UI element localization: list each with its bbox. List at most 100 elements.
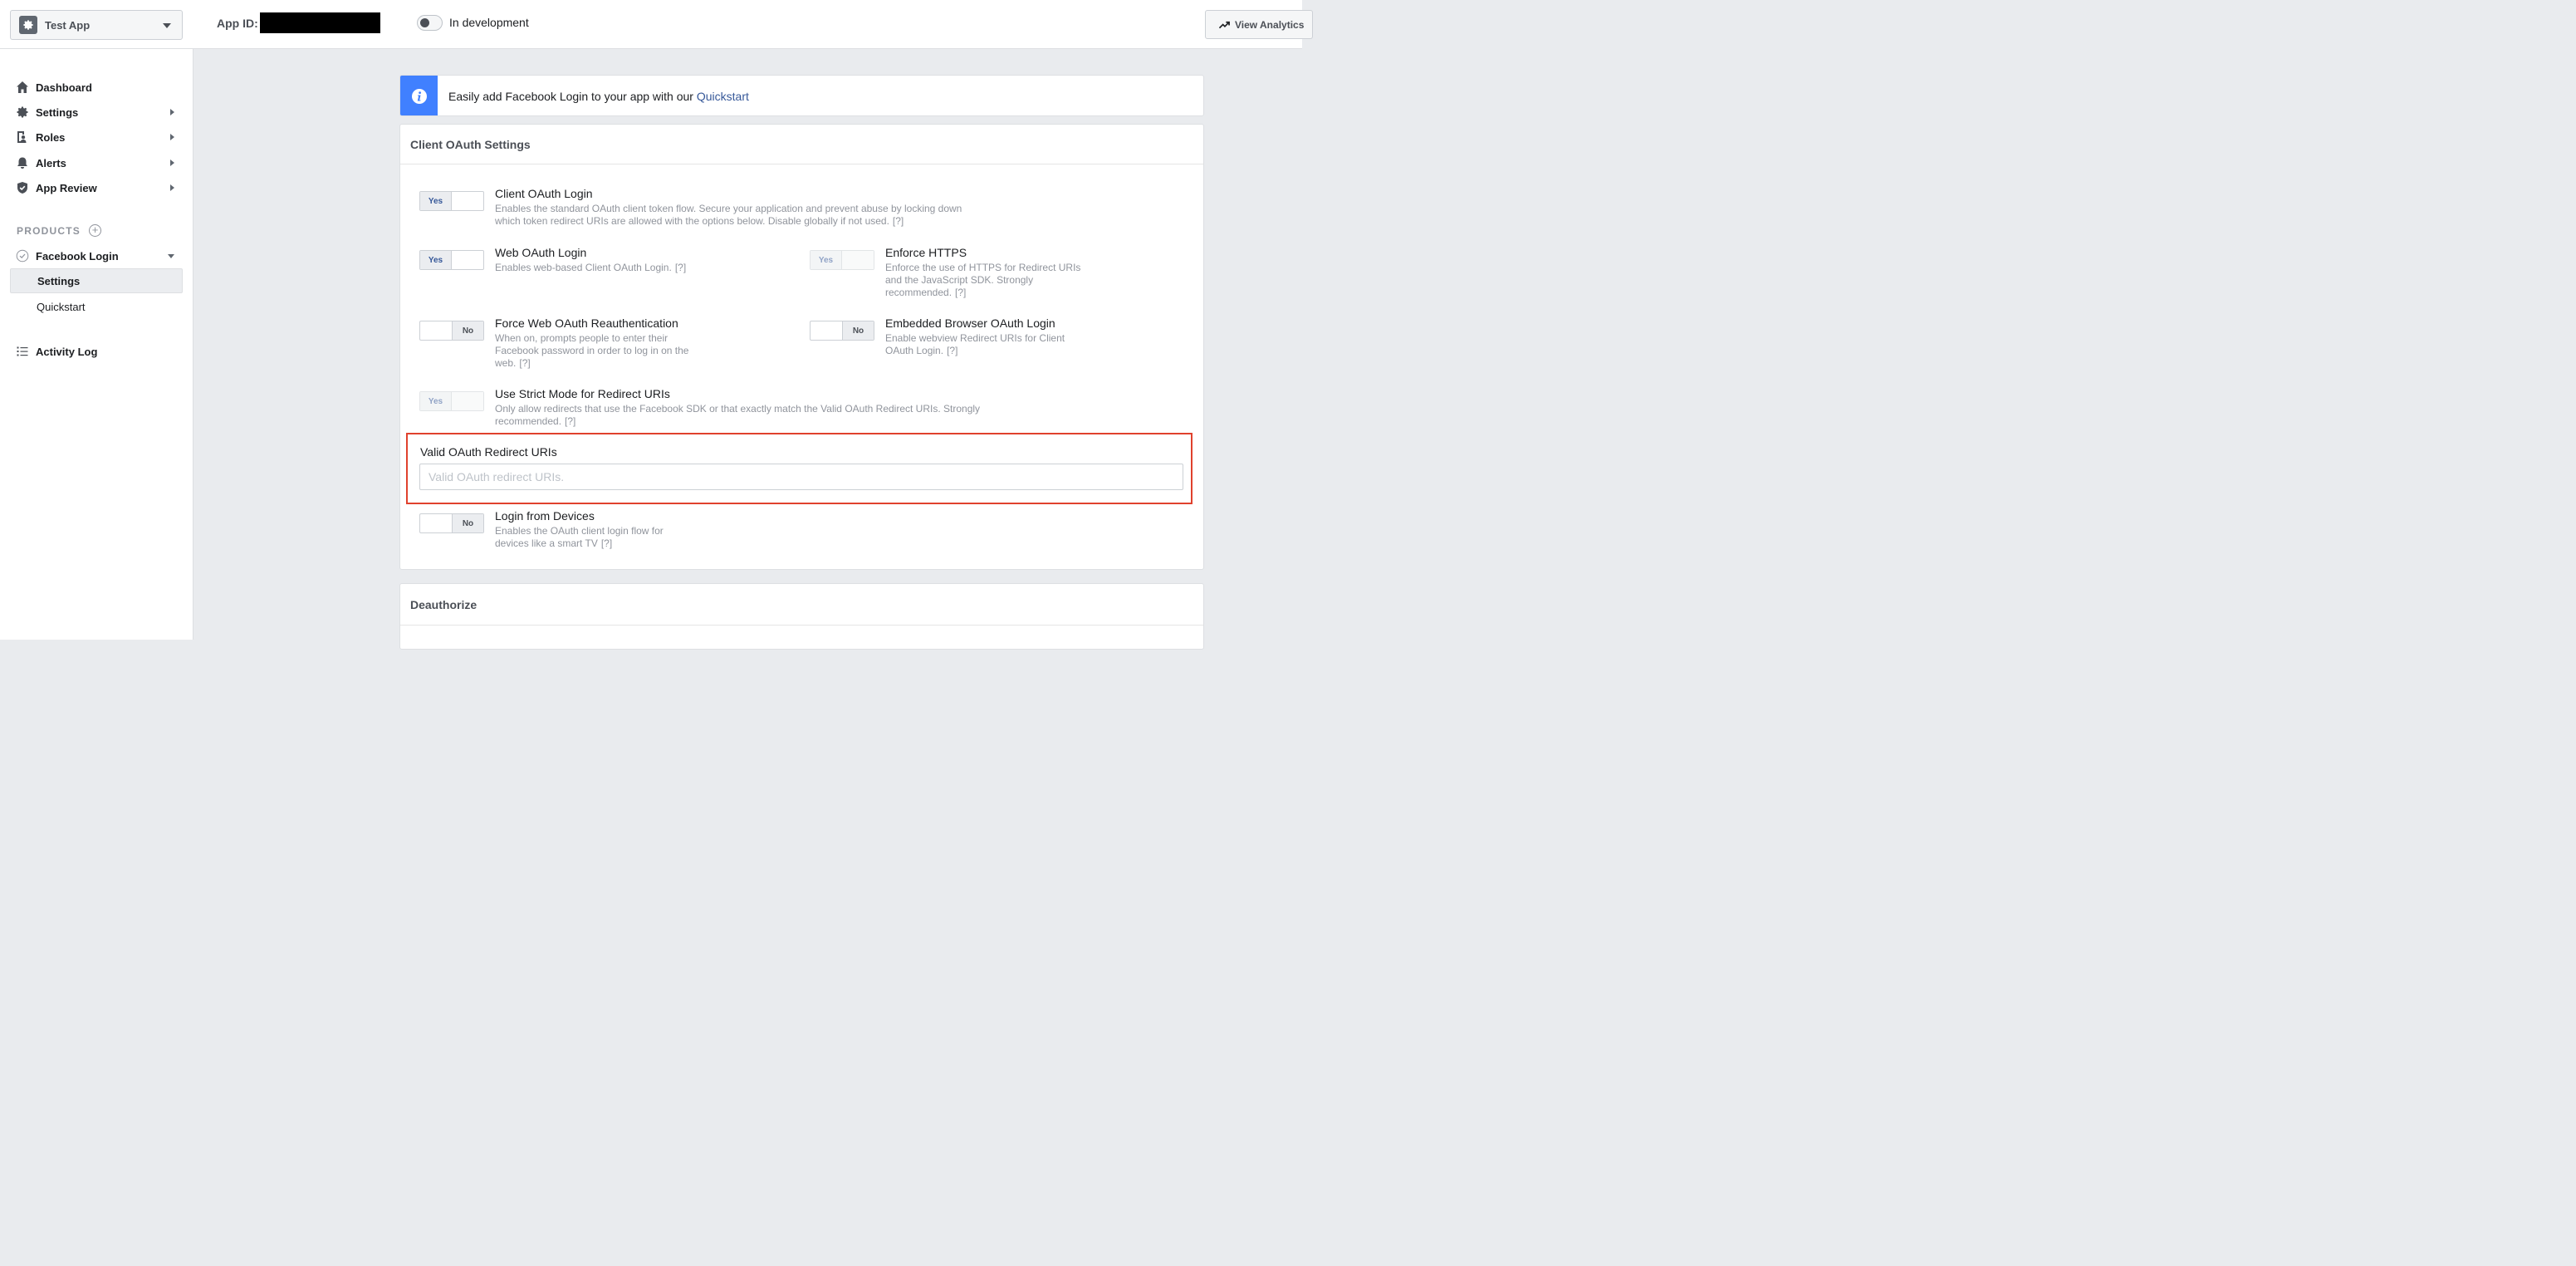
help-link[interactable]: [?] (601, 537, 612, 549)
chevron-right-icon (170, 109, 174, 115)
option-desc-text: Enable webview Redirect URIs for Client … (885, 332, 1065, 356)
gear-icon (17, 106, 28, 118)
info-icon (400, 76, 438, 115)
sidebar-item-dashboard[interactable]: Dashboard (16, 79, 92, 96)
chevron-right-icon (170, 159, 174, 166)
sidebar-subitem-label: Quickstart (37, 300, 86, 313)
add-product-icon[interactable]: + (89, 224, 101, 237)
option-description: Enables the standard OAuth client token … (495, 203, 977, 228)
option-title: Use Strict Mode for Redirect URIs (495, 387, 670, 400)
option-description: Enable webview Redirect URIs for Client … (885, 332, 1085, 357)
card-header: Deauthorize (400, 584, 1203, 626)
banner-message: Easily add Facebook Login to your app wi… (448, 90, 697, 103)
quickstart-link[interactable]: Quickstart (697, 90, 749, 103)
option-desc-text: Enforce the use of HTTPS for Redirect UR… (885, 262, 1081, 298)
chevron-down-icon (168, 254, 174, 258)
sidebar-item-facebook-login[interactable]: Facebook Login (16, 248, 119, 264)
toggle-yes: Yes (811, 251, 843, 269)
option-title: Client OAuth Login (495, 187, 593, 200)
toggle-empty (842, 251, 874, 269)
option-desc-text: Enables the OAuth client login flow for … (495, 525, 664, 549)
toggle-no: No (451, 321, 483, 340)
sidebar-item-activity-log[interactable]: Activity Log (16, 343, 97, 360)
sidebar: Dashboard Settings Roles Alerts App Revi… (0, 49, 193, 640)
redirect-uris-label: Valid OAuth Redirect URIs (420, 445, 557, 459)
help-link[interactable]: [?] (565, 415, 575, 427)
option-description: Enforce the use of HTTPS for Redirect UR… (885, 262, 1085, 299)
sidebar-subitem-settings[interactable]: Settings (10, 268, 183, 293)
help-link[interactable]: [?] (893, 215, 904, 227)
option-description: Only allow redirects that use the Facebo… (495, 403, 985, 428)
option-desc-text: Enables the standard OAuth client token … (495, 203, 962, 227)
dev-mode-toggle[interactable] (417, 15, 443, 31)
option-description: Enables the OAuth client login flow for … (495, 525, 694, 550)
sidebar-item-label: Alerts (36, 156, 66, 169)
sidebar-item-settings[interactable]: Settings (16, 104, 78, 120)
toggle-yes: Yes (420, 392, 453, 410)
deauthorize-card: Deauthorize (399, 583, 1204, 650)
app-id-label: App ID: (217, 17, 258, 30)
option-title: Login from Devices (495, 509, 595, 523)
sidebar-item-label: Settings (36, 106, 79, 119)
embedded-browser-oauth-toggle[interactable]: No (810, 321, 874, 341)
option-title: Enforce HTTPS (885, 246, 967, 259)
help-link[interactable]: [?] (675, 262, 686, 273)
dev-mode-label: In development (449, 16, 529, 29)
sidebar-item-roles[interactable]: Roles (16, 129, 65, 145)
check-circle-icon (16, 249, 29, 263)
sidebar-subitem-quickstart[interactable]: Quickstart (10, 294, 183, 319)
enforce-https-toggle[interactable]: Yes (810, 250, 874, 270)
option-title: Force Web OAuth Reauthentication (495, 316, 678, 330)
sidebar-item-label: Activity Log (36, 345, 98, 358)
card-header: Client OAuth Settings (400, 125, 1203, 164)
top-bar: Test App App ID: In development View Ana… (0, 0, 1313, 49)
card-title: Deauthorize (410, 598, 477, 611)
help-link[interactable]: [?] (955, 287, 966, 298)
app-name: Test App (45, 18, 91, 32)
option-title: Embedded Browser OAuth Login (885, 316, 1055, 330)
sidebar-item-label: Dashboard (36, 81, 92, 94)
option-description: Enables web-based Client OAuth Login. [?] (495, 262, 694, 274)
toggle-knob (420, 18, 429, 27)
list-icon (17, 346, 28, 356)
sidebar-item-label: Facebook Login (36, 249, 119, 263)
home-icon (17, 81, 28, 93)
view-analytics-label: View Analytics (1235, 18, 1305, 31)
products-heading: PRODUCTS (17, 225, 81, 237)
toggle-empty (452, 251, 483, 269)
strict-mode-toggle[interactable]: Yes (419, 391, 484, 411)
toggle-no: No (841, 321, 874, 340)
toggle-empty (420, 514, 452, 532)
toggle-yes: Yes (420, 251, 453, 269)
sidebar-subitem-label: Settings (37, 274, 81, 287)
sidebar-item-label: Roles (36, 130, 66, 144)
login-from-devices-toggle[interactable]: No (419, 513, 484, 533)
sidebar-item-label: App Review (36, 181, 97, 194)
toggle-empty (452, 392, 483, 410)
chevron-down-icon (163, 23, 171, 28)
web-oauth-login-toggle[interactable]: Yes (419, 250, 484, 270)
view-analytics-button[interactable]: View Analytics (1205, 10, 1313, 39)
banner-text: Easily add Facebook Login to your app wi… (448, 90, 749, 103)
sidebar-item-app-review[interactable]: App Review (16, 179, 97, 196)
chevron-right-icon (170, 134, 174, 140)
app-id-redacted (260, 12, 380, 33)
redirect-uris-input[interactable] (419, 464, 1183, 490)
bell-icon (17, 157, 27, 169)
trending-up-icon (1219, 21, 1230, 28)
client-oauth-login-toggle[interactable]: Yes (419, 191, 484, 211)
toggle-empty (452, 192, 483, 210)
toggle-no: No (451, 514, 483, 532)
help-link[interactable]: [?] (519, 357, 530, 369)
option-description: When on, prompts people to enter their F… (495, 332, 694, 370)
toggle-empty (811, 321, 842, 340)
shield-check-icon (17, 182, 27, 194)
app-selector[interactable]: Test App (10, 10, 183, 40)
app-gear-icon (19, 16, 37, 34)
chevron-right-icon (170, 184, 174, 191)
force-reauth-toggle[interactable]: No (419, 321, 484, 341)
sidebar-item-alerts[interactable]: Alerts (16, 155, 66, 171)
card-title: Client OAuth Settings (410, 138, 531, 151)
option-title: Web OAuth Login (495, 246, 587, 259)
help-link[interactable]: [?] (947, 345, 957, 356)
